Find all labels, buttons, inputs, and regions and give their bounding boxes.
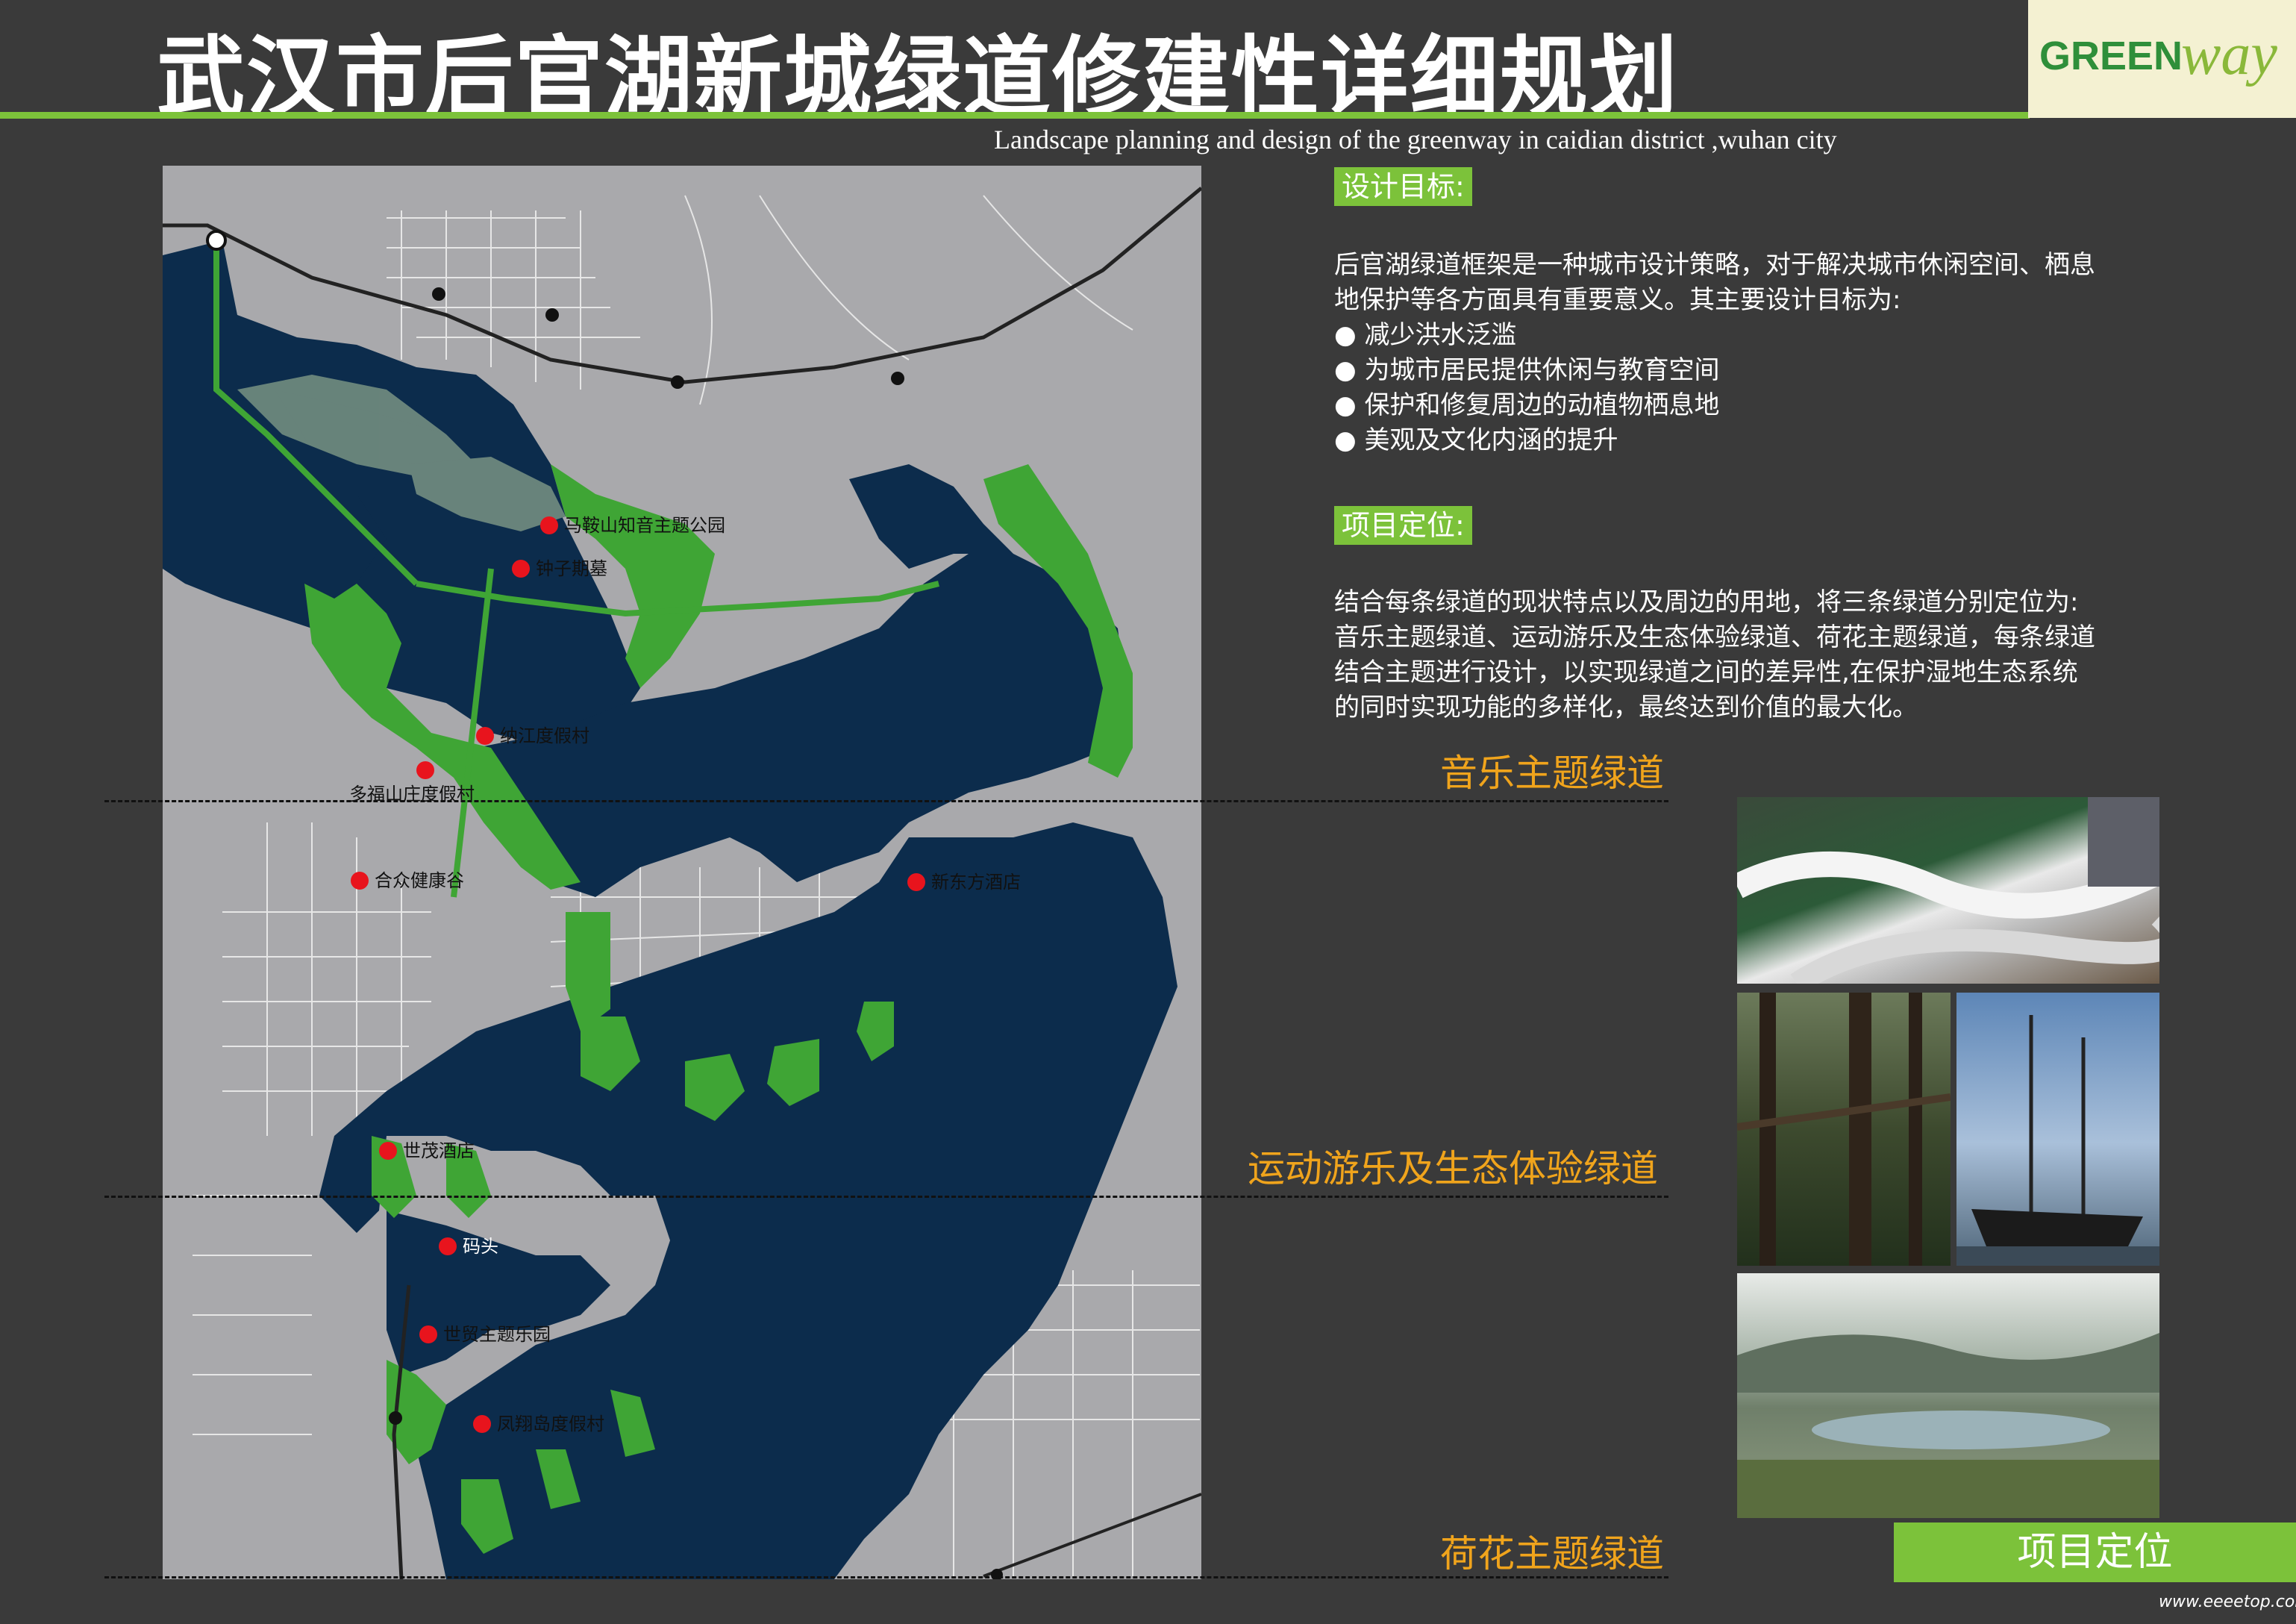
photo-sailing-ship: [1956, 993, 2159, 1266]
poi-label-xindongfang: 新东方酒店: [931, 872, 1021, 893]
photo-lotus-detail: [1737, 1333, 2159, 1518]
photo-music-greenway: [1737, 797, 2159, 984]
poi-label-zhongziqi: 钟子期墓: [536, 558, 607, 579]
positioning-line: 结合每条绿道的现状特点以及周边的用地，将三条绿道分别定位为:: [1334, 587, 2079, 617]
zone-divider-sport: [104, 1196, 1668, 1198]
station-dot: [545, 308, 559, 322]
poi-dot: [351, 872, 369, 890]
station-dot: [389, 1411, 402, 1425]
greenway-logo: GREEN way: [2028, 0, 2296, 118]
design-goals-intro-line: 后官湖绿道框架是一种城市设计策略，对于解决城市休闲空间、栖息: [1334, 250, 2095, 280]
photo-forest-detail: [1737, 993, 1951, 1266]
design-goal-item: 美观及文化内涵的提升: [1334, 423, 2177, 458]
logo-text-green: GREEN: [2039, 34, 2183, 78]
poi-dot: [416, 761, 434, 779]
poi-label-matou: 码头: [463, 1236, 498, 1257]
poi-label-shimao-hotel: 世茂酒店: [403, 1140, 475, 1161]
positioning-heading: 项目定位:: [1334, 506, 1472, 545]
design-goals-heading: 设计目标:: [1334, 167, 1472, 206]
poi-dot: [907, 873, 925, 891]
photo-ship-detail: [1956, 1015, 2159, 1266]
station-dot: [671, 375, 684, 389]
station-dot: [432, 287, 445, 301]
poi-label-fengxiang: 凤翔岛度假村: [497, 1414, 604, 1434]
positioning-line: 音乐主题绿道、运动游乐及生态体验绿道、荷花主题绿道，每条绿道: [1334, 622, 2095, 652]
design-goals-text: 后官湖绿道框架是一种城市设计策略，对于解决城市休闲空间、栖息 地保护等各方面具有…: [1334, 248, 2177, 458]
positioning-text: 结合每条绿道的现状特点以及周边的用地，将三条绿道分别定位为: 音乐主题绿道、运动…: [1334, 585, 2177, 725]
poi-dot: [473, 1415, 491, 1433]
zone-divider-music: [104, 800, 1668, 802]
poi-dot: [476, 727, 494, 745]
logo-text-way: way: [2181, 22, 2277, 87]
photo-lotus-wetland: [1737, 1273, 2159, 1518]
photo-forest-walkway: [1737, 993, 1951, 1266]
poi-label-hezhong: 合众健康谷: [375, 870, 464, 891]
poi-dot: [439, 1237, 457, 1255]
greenway-plan-map: 马鞍山知音主题公园 钟子期墓 纳江度假村 多福山庄度假村 合众健康谷 新东方酒店…: [163, 166, 1201, 1579]
positioning-line: 结合主题进行设计，以实现绿道之间的差异性,在保护湿地生态系统: [1334, 658, 2078, 687]
station-dot: [891, 372, 904, 385]
watermark: www.eeeetop.com: [2159, 1593, 2296, 1611]
poi-label-shimao-park: 世贸主题乐园: [443, 1324, 551, 1345]
zone-label-music: 音乐主题绿道: [1440, 752, 1664, 795]
title-underline: [0, 112, 2030, 119]
design-goal-item: 减少洪水泛滥: [1334, 318, 2177, 353]
station-ring: [206, 230, 227, 251]
poi-dot: [512, 560, 530, 578]
zone-label-sport: 运动游乐及生态体验绿道: [1248, 1147, 1658, 1190]
positioning-line: 的同时实现功能的多样化，最终达到价值的最大化。: [1334, 693, 1918, 722]
photo-music-detail: [1737, 797, 2159, 984]
poi-dot: [379, 1142, 397, 1160]
poi-dot: [540, 516, 558, 534]
poi-label-duboshan: 纳江度假村: [500, 725, 589, 746]
design-goal-item: 为城市居民提供休闲与教育空间: [1334, 353, 2177, 388]
zone-label-lotus: 荷花主题绿道: [1440, 1532, 1664, 1575]
project-positioning-badge: 项目定位: [1894, 1522, 2296, 1582]
zone-divider-lotus: [104, 1576, 1668, 1578]
design-goal-item: 保护和修复周边的动植物栖息地: [1334, 388, 2177, 423]
design-goals-intro-line: 地保护等各方面具有重要意义。其主要设计目标为:: [1334, 285, 1901, 315]
poi-label-maanshan: 马鞍山知音主题公园: [564, 515, 725, 536]
poi-dot: [419, 1325, 437, 1343]
page-subtitle: Landscape planning and design of the gre…: [994, 125, 1837, 154]
